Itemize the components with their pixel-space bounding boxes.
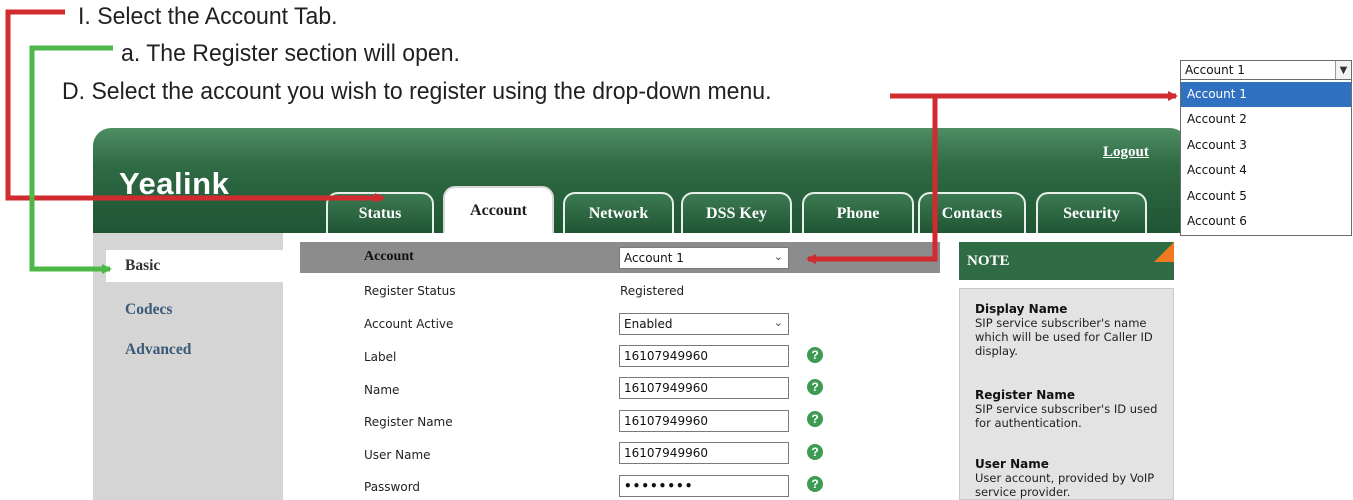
red-arrow-to-account-tab (5, 9, 385, 203)
annotation-arrows (5, 9, 1178, 274)
green-arrow-to-basic (29, 45, 113, 274)
red-arrow-to-account-select (806, 96, 938, 264)
